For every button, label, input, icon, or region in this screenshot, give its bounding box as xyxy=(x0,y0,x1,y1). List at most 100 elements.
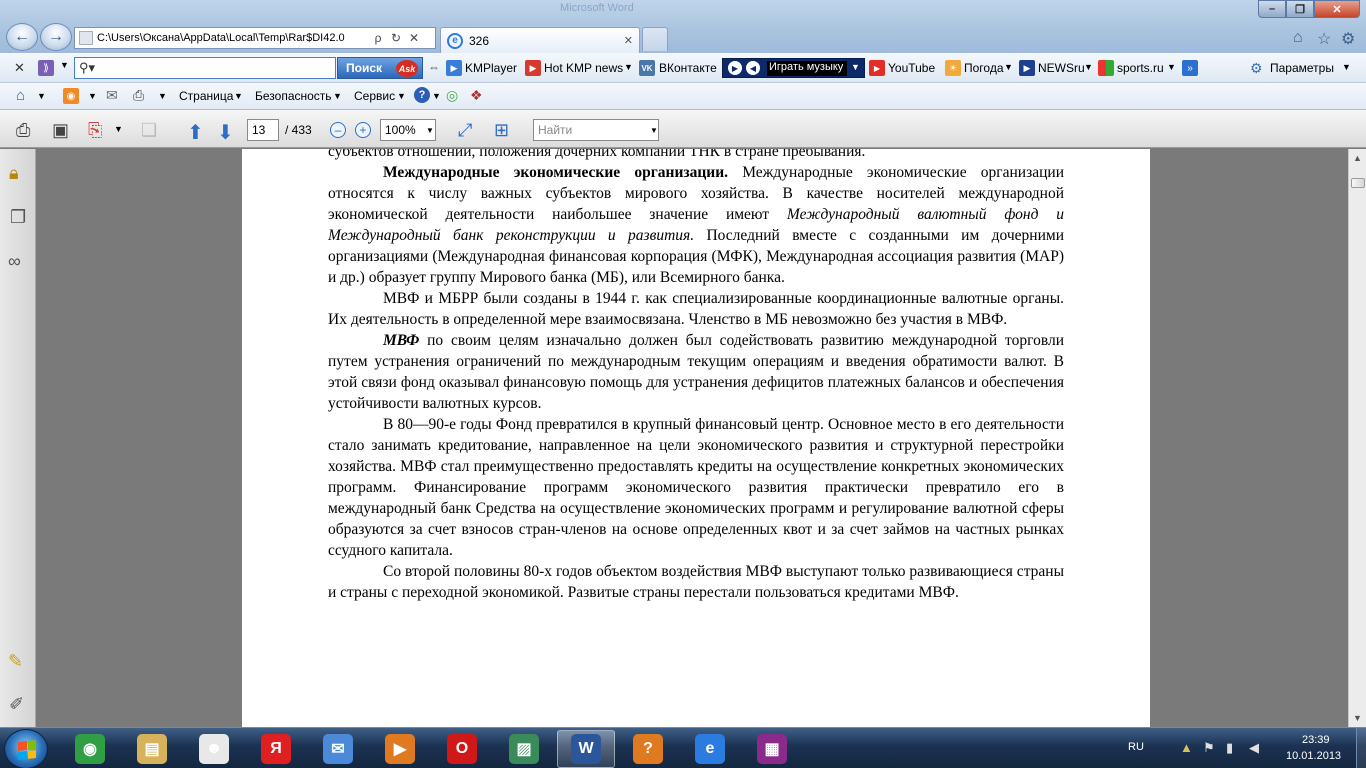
back-button[interactable]: ← xyxy=(6,23,38,51)
taskbar-winrar[interactable]: ▦ xyxy=(743,730,801,768)
vertical-scrollbar[interactable]: ▲ ▼ xyxy=(1348,149,1366,727)
home-icon[interactable]: ⌂ xyxy=(1293,29,1303,47)
scroll-up-icon[interactable]: ▲ xyxy=(1351,151,1364,164)
refresh-icon[interactable]: ↻ xyxy=(387,31,405,45)
print-icon[interactable]: ⎙ xyxy=(133,87,144,104)
page-menu[interactable]: Страница xyxy=(179,89,233,103)
chevron-down-icon[interactable]: ▼ xyxy=(114,124,123,134)
taskbar-yandex[interactable]: Я xyxy=(247,730,305,768)
start-button[interactable] xyxy=(4,729,48,768)
scroll-down-icon[interactable]: ▼ xyxy=(1351,711,1364,724)
taskbar-agent[interactable]: ☻ xyxy=(185,730,243,768)
previous-page-icon[interactable]: ⬆ xyxy=(187,120,204,145)
lock-icon[interactable]: 🔒︎ xyxy=(9,163,19,184)
play-music-label[interactable]: Играть музыку xyxy=(767,61,847,76)
home-icon[interactable]: ⌂ xyxy=(16,87,25,104)
tray-app-icon[interactable]: ▲ xyxy=(1180,740,1193,755)
play-icon[interactable]: ▶ xyxy=(728,61,742,75)
read-mail-icon[interactable]: ✉ xyxy=(106,87,118,104)
favorite-sports[interactable]: sports.ru xyxy=(1117,61,1164,75)
more-favorites-icon[interactable]: » xyxy=(1182,60,1198,76)
comments-icon[interactable]: ✎ xyxy=(8,651,23,672)
favorite-weather[interactable]: Погода xyxy=(964,61,1004,75)
tab-document[interactable]: e 326 ✕ xyxy=(440,27,640,53)
minimize-button[interactable]: – xyxy=(1258,0,1286,18)
chevron-down-icon[interactable]: ▼ xyxy=(1342,62,1351,72)
help-icon[interactable]: ? xyxy=(414,87,430,103)
clock-date[interactable]: 10.01.2013 xyxy=(1286,750,1341,762)
chevron-down-icon[interactable]: ▼ xyxy=(60,60,69,70)
chevron-down-icon[interactable]: ▼ xyxy=(333,91,342,101)
stop-icon[interactable]: ✕ xyxy=(405,31,423,45)
search-icon[interactable]: ρ xyxy=(369,31,387,45)
tab-close-icon[interactable]: ✕ xyxy=(624,34,633,47)
chevron-down-icon[interactable]: ▼ xyxy=(851,62,860,72)
document-view[interactable]: субъектов отношений, положения дочерних … xyxy=(37,149,1348,727)
attachment-icon[interactable]: ✐ xyxy=(9,694,24,715)
language-indicator[interactable]: RU xyxy=(1128,741,1144,753)
research-icon[interactable]: ◎ xyxy=(446,87,458,104)
zoom-out-icon[interactable]: – xyxy=(330,122,346,138)
chevron-down-icon[interactable]: ▼ xyxy=(432,91,441,101)
address-bar[interactable]: C:\Users\Оксана\AppData\Local\Temp\Rar$D… xyxy=(74,27,436,49)
music-player-widget[interactable]: ▶ ◀ Играть музыку ▼ xyxy=(722,58,865,78)
network-icon[interactable]: ⚑ xyxy=(1203,740,1215,756)
taskbar-mail[interactable]: ✉ xyxy=(309,730,367,768)
page-number-input[interactable]: 13 xyxy=(247,119,279,141)
taskbar-help[interactable]: ? xyxy=(619,730,677,768)
chevron-down-icon[interactable]: ▼ xyxy=(1004,62,1013,72)
favorite-newsru[interactable]: NEWSru xyxy=(1038,61,1085,75)
find-input[interactable]: Найти xyxy=(533,119,659,141)
search-button[interactable]: Поиск Ask xyxy=(337,57,423,79)
address-url[interactable]: C:\Users\Оксана\AppData\Local\Temp\Rar$D… xyxy=(97,32,369,44)
chevron-down-icon[interactable]: ▼ xyxy=(1084,62,1093,72)
binoculars-icon[interactable]: ∞ xyxy=(8,251,21,272)
volume-icon[interactable]: ◀ xyxy=(1249,740,1259,756)
chevron-down-icon[interactable]: ▼ xyxy=(234,91,243,101)
chevron-down-icon[interactable]: ▼ xyxy=(397,91,406,101)
volume-icon[interactable]: ◀ xyxy=(746,61,760,75)
chevron-down-icon[interactable]: ▼ xyxy=(426,126,434,135)
taskbar-opera[interactable]: O xyxy=(433,730,491,768)
zoom-in-icon[interactable]: + xyxy=(355,122,371,138)
maximize-button[interactable]: ❐ xyxy=(1286,0,1314,18)
close-toolbar-icon[interactable]: ✕ xyxy=(14,60,25,76)
search-input[interactable]: ⚲▾ xyxy=(74,57,336,79)
fit-width-icon[interactable]: ⊞ xyxy=(494,120,509,141)
favorite-youtube[interactable]: YouTube xyxy=(888,61,935,75)
chevron-down-icon[interactable]: ▼ xyxy=(624,62,633,72)
service-menu[interactable]: Сервис xyxy=(354,89,395,103)
share-icon[interactable]: ⎘ xyxy=(88,120,102,141)
save-icon[interactable]: ▣ xyxy=(52,120,69,141)
chevron-down-icon[interactable]: ▼ xyxy=(1167,62,1176,72)
taskbar-chrome[interactable]: ◉ xyxy=(61,730,119,768)
taskbar-media-player[interactable]: ▶ xyxy=(371,730,429,768)
favorite-vkontakte[interactable]: ВКонтакте xyxy=(659,61,717,75)
addon-icon[interactable]: ❖ xyxy=(470,87,483,104)
chevron-down-icon[interactable]: ▼ xyxy=(158,91,167,101)
new-tab-button[interactable] xyxy=(642,27,668,51)
rss-feed-icon[interactable]: ◉ xyxy=(63,88,79,104)
taskbar-word[interactable]: W xyxy=(557,730,615,768)
clock-time[interactable]: 23:39 xyxy=(1302,734,1330,746)
signal-icon[interactable]: ▮ xyxy=(1226,740,1233,756)
gear-icon[interactable]: ⚙ xyxy=(1341,29,1355,49)
pages-icon[interactable]: ❐ xyxy=(10,207,26,228)
taskbar-explorer[interactable]: ▤ xyxy=(123,730,181,768)
fit-page-icon[interactable]: ⤢ xyxy=(458,120,472,141)
forward-button[interactable]: → xyxy=(40,23,72,51)
chevron-down-icon[interactable]: ▼ xyxy=(37,91,46,101)
favorites-star-icon[interactable]: ☆ xyxy=(1317,29,1331,49)
scrollbar-thumb[interactable] xyxy=(1351,178,1365,188)
next-page-icon[interactable]: ⬇ xyxy=(217,120,234,145)
taskbar-photo-viewer[interactable]: ▨ xyxy=(495,730,553,768)
close-window-button[interactable]: ✕ xyxy=(1314,0,1360,18)
chevron-down-icon[interactable]: ▼ xyxy=(88,91,97,101)
favorite-hot-kmp-news[interactable]: Hot KMP news xyxy=(544,61,623,75)
parameters-button[interactable]: Параметры xyxy=(1270,61,1334,75)
show-desktop-button[interactable] xyxy=(1356,728,1366,768)
favorite-kmplayer[interactable]: KMPlayer xyxy=(465,61,517,75)
safety-menu[interactable]: Безопасность xyxy=(255,89,332,103)
print-icon[interactable]: ⎙ xyxy=(16,120,30,141)
toolbar-logo-icon[interactable]: ⟫ xyxy=(38,60,54,76)
